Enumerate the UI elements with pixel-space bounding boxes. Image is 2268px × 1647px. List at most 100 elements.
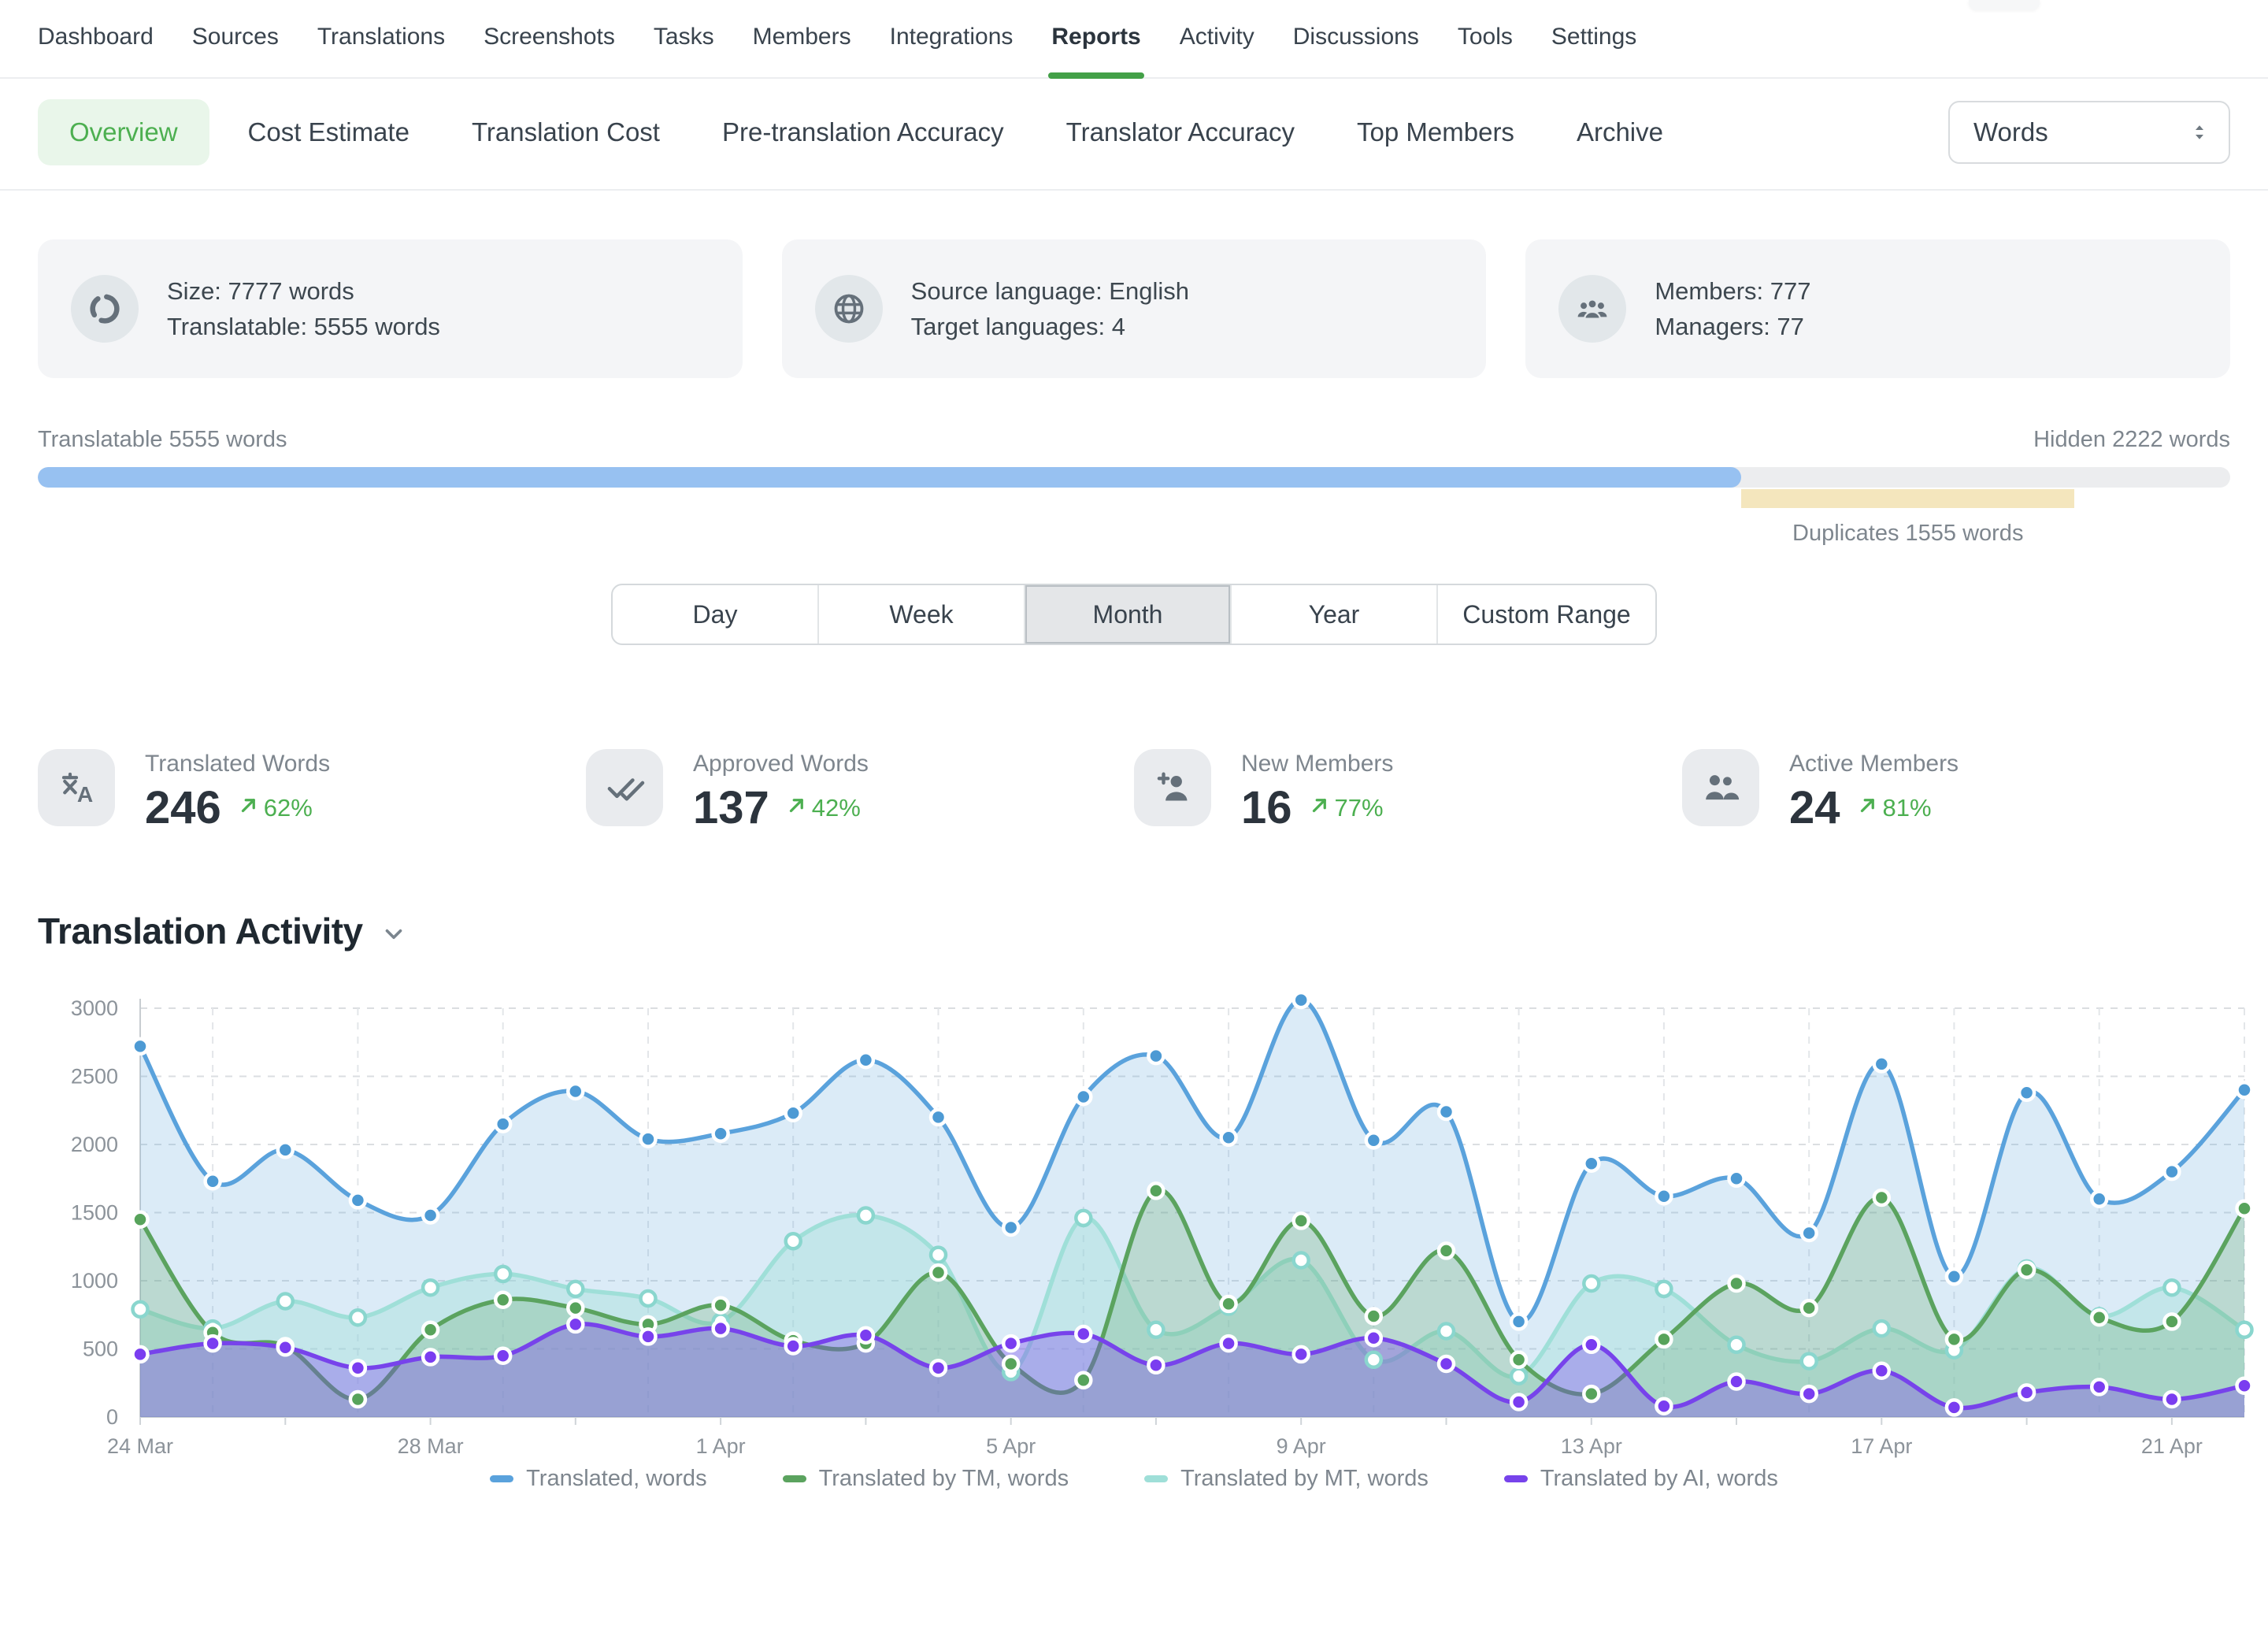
nav-item-sources[interactable]: Sources [192,24,279,77]
trend-up-icon [237,793,261,823]
reports-overview-page: Dashboard Sources Translations Screenshots T… [0,0,2268,1647]
unit-select-value: Words [1973,117,2048,147]
summary-card: Members: 777Managers: 77 [1525,239,2230,378]
summary-line: Managers: 77 [1655,309,1810,344]
svg-text:A: A [77,782,93,807]
svg-text:3000: 3000 [71,996,118,1020]
range-tab-day[interactable]: Day [613,585,817,644]
summary-cards: Size: 7777 wordsTranslatable: 5555 words… [38,239,2230,378]
nav-item-tools[interactable]: Tools [1458,24,1513,77]
metric-card-new-members: New Members 16 77% [1134,749,1682,831]
nav-item-integrations[interactable]: Integrations [890,24,1014,77]
legend-item-translated-by-ai-words[interactable]: Translated by AI, words [1504,1466,1778,1492]
nav-item-translations[interactable]: Translations [317,24,445,77]
metric-value: 16 [1241,785,1292,831]
nav-item-tasks[interactable]: Tasks [654,24,714,77]
translate-icon: A [38,749,115,826]
legend-swatch-icon [1144,1475,1168,1482]
metric-card-approved-words: Approved Words 137 42% [586,749,1134,831]
report-tab-translator-accuracy[interactable]: Translator Accuracy [1066,99,1295,165]
metric-delta: 62% [237,793,313,823]
svg-text:17 Apr: 17 Apr [1851,1434,1912,1458]
legend-item-translated-by-mt-words[interactable]: Translated by MT, words [1144,1466,1429,1492]
legend-swatch-icon [783,1475,806,1482]
translatable-label: Translatable 5555 words [38,427,287,453]
metric-value: 137 [693,785,769,831]
range-tab-year[interactable]: Year [1230,585,1436,644]
translation-activity-chart: 05001000150020002500300024 Mar28 Mar1 Ap… [0,976,2268,1464]
nav-item-activity[interactable]: Activity [1180,24,1254,77]
tooltip-remnant [1969,0,2040,10]
legend-item-translated-words[interactable]: Translated, words [490,1466,706,1492]
metric-label: Active Members [1789,751,1959,777]
duplicates-bar [1741,489,2074,508]
svg-text:1500: 1500 [71,1201,118,1225]
person-plus-icon [1134,749,1211,826]
report-tab-pre-translation-accuracy[interactable]: Pre-translation Accuracy [722,99,1004,165]
metric-label: Translated Words [145,751,330,777]
hidden-label: Hidden 2222 words [2033,427,2230,453]
legend-label: Translated by MT, words [1180,1466,1429,1492]
chevron-down-icon[interactable] [380,921,407,948]
trend-up-icon [1856,793,1880,823]
metric-label: Approved Words [693,751,869,777]
svg-text:0: 0 [106,1405,118,1429]
svg-text:1 Apr: 1 Apr [696,1434,746,1458]
metric-label: New Members [1241,751,1393,777]
range-tab-custom-range[interactable]: Custom Range [1436,585,1655,644]
report-tabs: Overview Cost Estimate Translation Cost Pre… [38,99,1725,165]
svg-text:9 Apr: 9 Apr [1277,1434,1326,1458]
progress-ring-icon [71,275,139,343]
metric-cards: ATranslated Words24662%Approved Words137… [38,749,2230,831]
legend-label: Translated, words [526,1466,706,1492]
nav-item-settings[interactable]: Settings [1551,24,1636,77]
summary-line: Members: 777 [1655,273,1810,309]
range-tabs: DayWeekMonthYearCustom Range [611,584,1657,645]
svg-text:1000: 1000 [71,1269,118,1293]
metric-value: 24 [1789,785,1840,831]
section-head: Translation Activity [38,910,2230,952]
double-check-icon [586,749,663,826]
legend-swatch-icon [1504,1475,1528,1482]
metric-card-translated-words: ATranslated Words24662% [38,749,586,831]
nav-item-reports[interactable]: Reports [1051,24,1140,77]
duplicates-label: Duplicates 1555 words [1792,521,2023,547]
svg-text:2000: 2000 [71,1133,118,1156]
svg-text:13 Apr: 13 Apr [1561,1434,1622,1458]
range-tab-week[interactable]: Week [817,585,1024,644]
report-tab-top-members[interactable]: Top Members [1357,99,1514,165]
metric-delta: 77% [1308,793,1384,823]
trend-up-icon [785,793,809,823]
svg-text:2500: 2500 [71,1065,118,1089]
svg-text:21 Apr: 21 Apr [2141,1434,2203,1458]
section-title: Translation Activity [38,910,363,952]
nav-item-dashboard[interactable]: Dashboard [38,24,154,77]
range-tab-month[interactable]: Month [1024,585,1230,644]
report-tab-overview[interactable]: Overview [38,99,209,165]
legend-item-translated-by-tm-words[interactable]: Translated by TM, words [783,1466,1069,1492]
globe-icon [815,275,883,343]
chart-legend: Translated, words Translated by TM, words… [0,1466,2268,1492]
metric-delta: 42% [785,793,861,823]
nav-item-screenshots[interactable]: Screenshots [484,24,615,77]
summary-card: Size: 7777 wordsTranslatable: 5555 words [38,239,743,378]
report-tab-translation-cost[interactable]: Translation Cost [472,99,660,165]
legend-label: Translated by AI, words [1540,1466,1778,1492]
nav-item-members[interactable]: Members [753,24,851,77]
divider [0,189,2268,191]
legend-label: Translated by TM, words [819,1466,1069,1492]
unit-select[interactable]: Words [1948,101,2230,164]
report-tabs-row: Overview Cost Estimate Translation Cost Pre… [38,99,2230,165]
words-bar-track [38,467,2230,488]
report-tab-cost-estimate[interactable]: Cost Estimate [248,99,410,165]
svg-text:24 Mar: 24 Mar [107,1434,173,1458]
summary-line: Target languages: 4 [911,309,1189,344]
translatable-bar [38,467,1741,488]
words-distribution: Translatable 5555 words Hidden 2222 word… [38,427,2230,508]
report-tab-archive[interactable]: Archive [1577,99,1663,165]
nav-item-discussions[interactable]: Discussions [1293,24,1419,77]
summary-line: Translatable: 5555 words [167,309,440,344]
metric-delta: 81% [1856,793,1932,823]
legend-swatch-icon [490,1475,513,1482]
summary-line: Source language: English [911,273,1189,309]
